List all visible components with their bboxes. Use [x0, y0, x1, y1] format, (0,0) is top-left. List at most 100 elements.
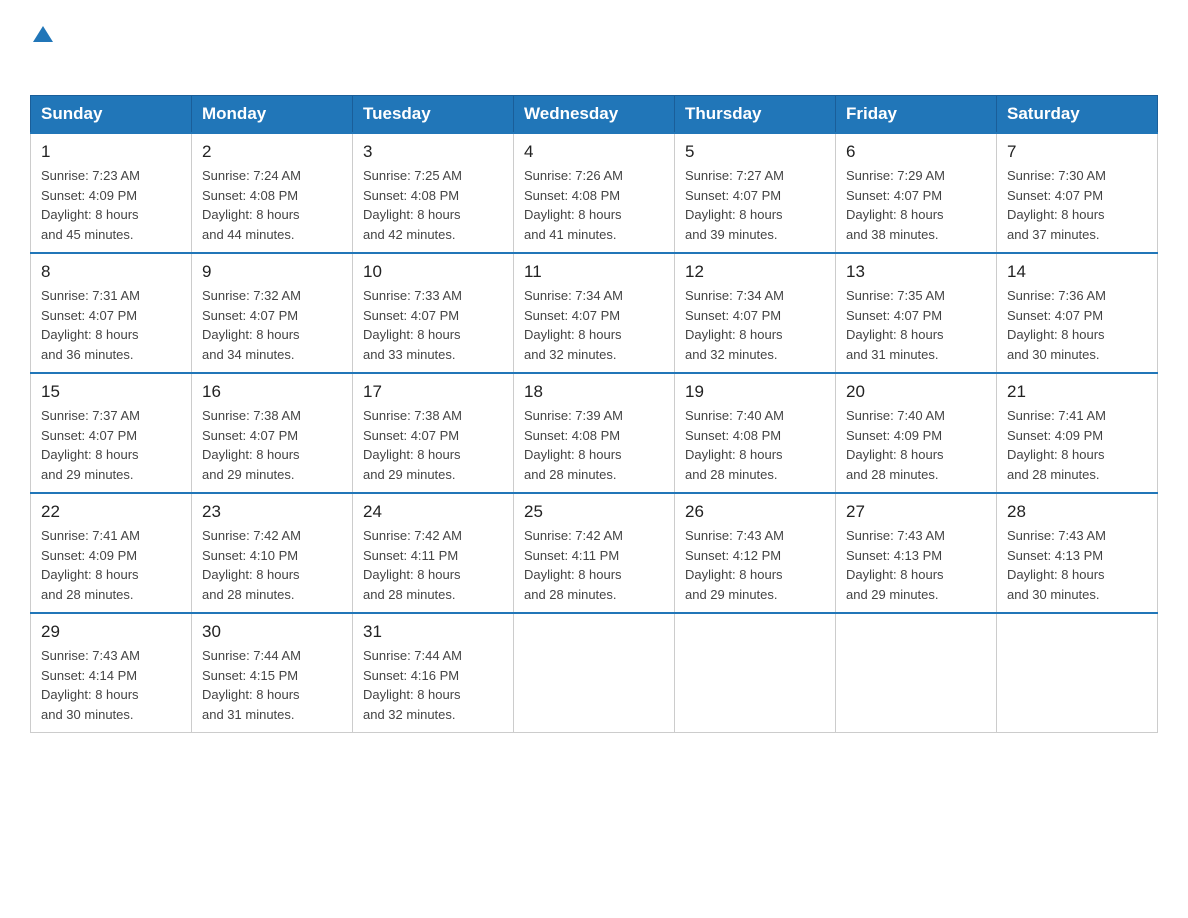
day-info: Sunrise: 7:44 AMSunset: 4:16 PMDaylight:… [363, 646, 503, 724]
day-info: Sunrise: 7:42 AMSunset: 4:10 PMDaylight:… [202, 526, 342, 604]
calendar-cell: 22Sunrise: 7:41 AMSunset: 4:09 PMDayligh… [31, 493, 192, 613]
calendar-week-row: 22Sunrise: 7:41 AMSunset: 4:09 PMDayligh… [31, 493, 1158, 613]
day-number: 8 [41, 262, 181, 282]
day-info: Sunrise: 7:44 AMSunset: 4:15 PMDaylight:… [202, 646, 342, 724]
calendar-cell: 31 Sunrise: 7:44 AMSunset: 4:16 PMDayligh… [353, 613, 514, 733]
calendar-cell [836, 613, 997, 733]
calendar-week-row: 29 Sunrise: 7:43 AMSunset: 4:14 PMDayligh… [31, 613, 1158, 733]
day-number: 29 [41, 622, 181, 642]
weekday-header-saturday: Saturday [997, 96, 1158, 134]
day-number: 26 [685, 502, 825, 522]
day-info: Sunrise: 7:43 AMSunset: 4:13 PMDaylight:… [846, 526, 986, 604]
day-number: 18 [524, 382, 664, 402]
day-info: Sunrise: 7:30 AMSunset: 4:07 PMDaylight:… [1007, 166, 1147, 244]
day-number: 5 [685, 142, 825, 162]
calendar-week-row: 15 Sunrise: 7:37 AMSunset: 4:07 PMDayligh… [31, 373, 1158, 493]
calendar-cell: 15 Sunrise: 7:37 AMSunset: 4:07 PMDayligh… [31, 373, 192, 493]
calendar-cell: 14Sunrise: 7:36 AMSunset: 4:07 PMDayligh… [997, 253, 1158, 373]
day-number: 15 [41, 382, 181, 402]
day-info: Sunrise: 7:41 AMSunset: 4:09 PMDaylight:… [1007, 406, 1147, 484]
day-info: Sunrise: 7:34 AMSunset: 4:07 PMDaylight:… [685, 286, 825, 364]
day-info: Sunrise: 7:29 AMSunset: 4:07 PMDaylight:… [846, 166, 986, 244]
day-number: 20 [846, 382, 986, 402]
day-number: 4 [524, 142, 664, 162]
day-number: 24 [363, 502, 503, 522]
day-info: Sunrise: 7:43 AMSunset: 4:14 PMDaylight:… [41, 646, 181, 724]
calendar-cell: 10 Sunrise: 7:33 AMSunset: 4:07 PMDayligh… [353, 253, 514, 373]
day-number: 23 [202, 502, 342, 522]
calendar-week-row: 8 Sunrise: 7:31 AMSunset: 4:07 PMDaylight… [31, 253, 1158, 373]
calendar-cell: 16 Sunrise: 7:38 AMSunset: 4:07 PMDayligh… [192, 373, 353, 493]
weekday-header-thursday: Thursday [675, 96, 836, 134]
day-info: Sunrise: 7:33 AMSunset: 4:07 PMDaylight:… [363, 286, 503, 364]
day-number: 10 [363, 262, 503, 282]
day-info: Sunrise: 7:32 AMSunset: 4:07 PMDaylight:… [202, 286, 342, 364]
weekday-header-friday: Friday [836, 96, 997, 134]
calendar-cell: 20 Sunrise: 7:40 AMSunset: 4:09 PMDayligh… [836, 373, 997, 493]
day-info: Sunrise: 7:43 AMSunset: 4:13 PMDaylight:… [1007, 526, 1147, 604]
day-number: 31 [363, 622, 503, 642]
day-info: Sunrise: 7:38 AMSunset: 4:07 PMDaylight:… [202, 406, 342, 484]
day-number: 1 [41, 142, 181, 162]
day-info: Sunrise: 7:43 AMSunset: 4:12 PMDaylight:… [685, 526, 825, 604]
day-number: 30 [202, 622, 342, 642]
weekday-header-sunday: Sunday [31, 96, 192, 134]
calendar-cell: 3Sunrise: 7:25 AMSunset: 4:08 PMDaylight… [353, 133, 514, 253]
day-number: 9 [202, 262, 342, 282]
calendar-cell: 11Sunrise: 7:34 AMSunset: 4:07 PMDayligh… [514, 253, 675, 373]
day-number: 16 [202, 382, 342, 402]
day-number: 27 [846, 502, 986, 522]
day-info: Sunrise: 7:40 AMSunset: 4:08 PMDaylight:… [685, 406, 825, 484]
day-number: 28 [1007, 502, 1147, 522]
calendar-cell: 2 Sunrise: 7:24 AMSunset: 4:08 PMDaylight… [192, 133, 353, 253]
day-info: Sunrise: 7:37 AMSunset: 4:07 PMDaylight:… [41, 406, 181, 484]
calendar-cell: 13 Sunrise: 7:35 AMSunset: 4:07 PMDayligh… [836, 253, 997, 373]
calendar-cell: 28 Sunrise: 7:43 AMSunset: 4:13 PMDayligh… [997, 493, 1158, 613]
day-info: Sunrise: 7:26 AMSunset: 4:08 PMDaylight:… [524, 166, 664, 244]
day-info: Sunrise: 7:41 AMSunset: 4:09 PMDaylight:… [41, 526, 181, 604]
calendar-cell [675, 613, 836, 733]
logo-triangle-icon [33, 26, 53, 47]
day-info: Sunrise: 7:31 AMSunset: 4:07 PMDaylight:… [41, 286, 181, 364]
calendar-cell: 24 Sunrise: 7:42 AMSunset: 4:11 PMDayligh… [353, 493, 514, 613]
day-info: Sunrise: 7:42 AMSunset: 4:11 PMDaylight:… [524, 526, 664, 604]
calendar-table: SundayMondayTuesdayWednesdayThursdayFrid… [30, 95, 1158, 733]
day-number: 11 [524, 262, 664, 282]
calendar-cell: 6 Sunrise: 7:29 AMSunset: 4:07 PMDaylight… [836, 133, 997, 253]
day-number: 2 [202, 142, 342, 162]
calendar-cell [514, 613, 675, 733]
calendar-week-row: 1Sunrise: 7:23 AMSunset: 4:09 PMDaylight… [31, 133, 1158, 253]
calendar-cell: 26 Sunrise: 7:43 AMSunset: 4:12 PMDayligh… [675, 493, 836, 613]
calendar-cell: 7Sunrise: 7:30 AMSunset: 4:07 PMDaylight… [997, 133, 1158, 253]
day-info: Sunrise: 7:25 AMSunset: 4:08 PMDaylight:… [363, 166, 503, 244]
weekday-header-wednesday: Wednesday [514, 96, 675, 134]
calendar-cell: 4 Sunrise: 7:26 AMSunset: 4:08 PMDaylight… [514, 133, 675, 253]
calendar-cell: 19 Sunrise: 7:40 AMSunset: 4:08 PMDayligh… [675, 373, 836, 493]
day-number: 12 [685, 262, 825, 282]
weekday-header-tuesday: Tuesday [353, 96, 514, 134]
day-number: 25 [524, 502, 664, 522]
day-number: 13 [846, 262, 986, 282]
day-info: Sunrise: 7:38 AMSunset: 4:07 PMDaylight:… [363, 406, 503, 484]
day-info: Sunrise: 7:42 AMSunset: 4:11 PMDaylight:… [363, 526, 503, 604]
day-info: Sunrise: 7:40 AMSunset: 4:09 PMDaylight:… [846, 406, 986, 484]
calendar-cell: 30 Sunrise: 7:44 AMSunset: 4:15 PMDayligh… [192, 613, 353, 733]
day-number: 21 [1007, 382, 1147, 402]
calendar-cell: 23 Sunrise: 7:42 AMSunset: 4:10 PMDayligh… [192, 493, 353, 613]
calendar-cell: 27 Sunrise: 7:43 AMSunset: 4:13 PMDayligh… [836, 493, 997, 613]
calendar-cell: 18 Sunrise: 7:39 AMSunset: 4:08 PMDayligh… [514, 373, 675, 493]
page-header [30, 20, 1158, 75]
calendar-cell: 1Sunrise: 7:23 AMSunset: 4:09 PMDaylight… [31, 133, 192, 253]
logo [30, 20, 53, 75]
calendar-cell [997, 613, 1158, 733]
day-info: Sunrise: 7:27 AMSunset: 4:07 PMDaylight:… [685, 166, 825, 244]
day-number: 14 [1007, 262, 1147, 282]
calendar-cell: 25 Sunrise: 7:42 AMSunset: 4:11 PMDayligh… [514, 493, 675, 613]
day-number: 6 [846, 142, 986, 162]
day-number: 19 [685, 382, 825, 402]
day-info: Sunrise: 7:35 AMSunset: 4:07 PMDaylight:… [846, 286, 986, 364]
calendar-header-row: SundayMondayTuesdayWednesdayThursdayFrid… [31, 96, 1158, 134]
day-info: Sunrise: 7:39 AMSunset: 4:08 PMDaylight:… [524, 406, 664, 484]
calendar-cell: 21 Sunrise: 7:41 AMSunset: 4:09 PMDayligh… [997, 373, 1158, 493]
day-info: Sunrise: 7:24 AMSunset: 4:08 PMDaylight:… [202, 166, 342, 244]
